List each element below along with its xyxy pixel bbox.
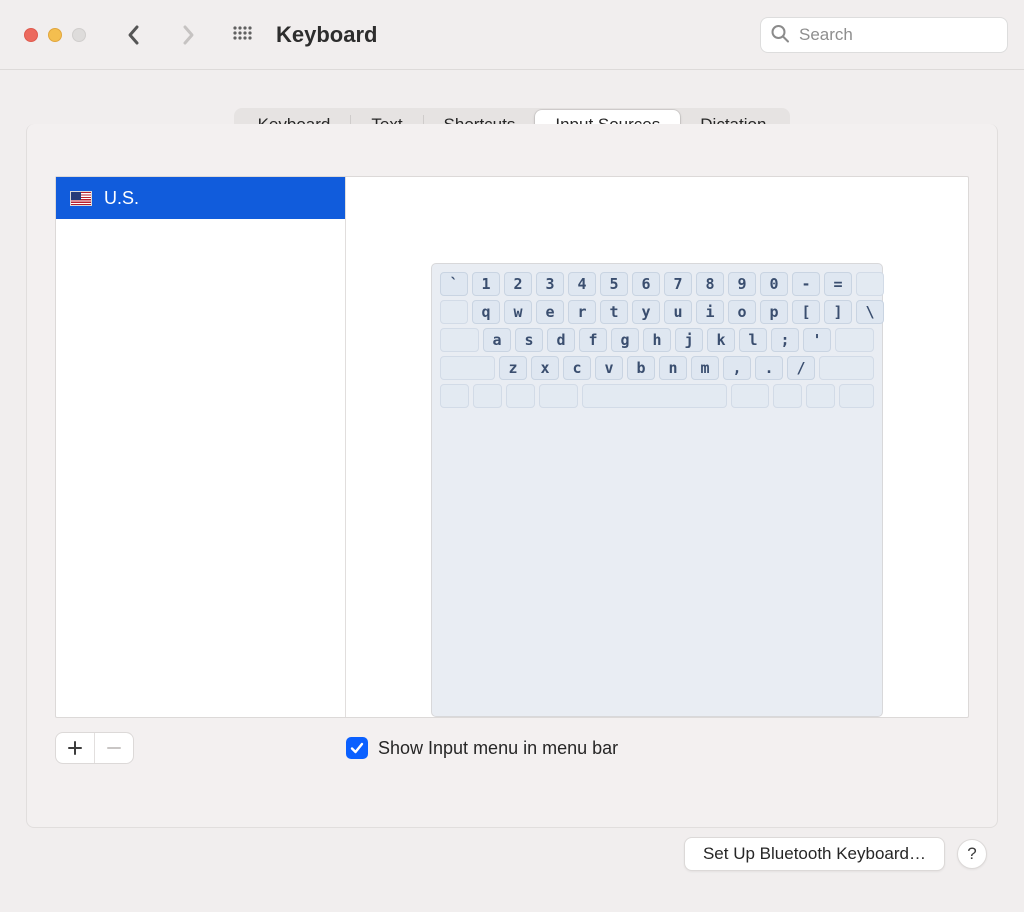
key: t [600, 300, 628, 324]
key: 6 [632, 272, 660, 296]
traffic-lights [24, 28, 86, 42]
key: q [472, 300, 500, 324]
key [819, 356, 874, 380]
key [539, 384, 578, 408]
key: o [728, 300, 756, 324]
key: y [632, 300, 660, 324]
keyboard-preview: `1234567890-= qwertyuiop[]\ asdfghjkl;' … [431, 263, 883, 717]
input-sources-list[interactable]: U.S. [56, 177, 346, 717]
key: ] [824, 300, 852, 324]
key: ; [771, 328, 799, 352]
key: 5 [600, 272, 628, 296]
show-input-menu-checkbox[interactable] [346, 737, 368, 759]
key: c [563, 356, 591, 380]
back-button[interactable] [122, 23, 146, 47]
key: 4 [568, 272, 596, 296]
key [773, 384, 802, 408]
key: n [659, 356, 687, 380]
search-icon [770, 23, 790, 46]
zoom-window-button [72, 28, 86, 42]
setup-bluetooth-keyboard-button[interactable]: Set Up Bluetooth Keyboard… [684, 837, 945, 871]
close-window-button[interactable] [24, 28, 38, 42]
key: - [792, 272, 820, 296]
key [731, 384, 770, 408]
input-source-label: U.S. [104, 188, 139, 209]
key: r [568, 300, 596, 324]
key: b [627, 356, 655, 380]
key: z [499, 356, 527, 380]
key: a [483, 328, 511, 352]
nav-buttons [122, 23, 200, 47]
key: u [664, 300, 692, 324]
key: 3 [536, 272, 564, 296]
key: 2 [504, 272, 532, 296]
key: v [595, 356, 623, 380]
key: l [739, 328, 767, 352]
main-panel: U.S. `1234567890-= qwertyuiop[]\ asdfghj… [26, 124, 998, 828]
key: . [755, 356, 783, 380]
key: / [787, 356, 815, 380]
key: k [707, 328, 735, 352]
window-toolbar: Keyboard [0, 0, 1024, 70]
key: h [643, 328, 671, 352]
key: , [723, 356, 751, 380]
key: f [579, 328, 607, 352]
key [806, 384, 835, 408]
key: j [675, 328, 703, 352]
key [582, 384, 727, 408]
key: e [536, 300, 564, 324]
key: ` [440, 272, 468, 296]
key [440, 328, 479, 352]
search-wrap [760, 17, 1008, 53]
add-remove-control [55, 732, 134, 764]
key [440, 356, 495, 380]
footer: Set Up Bluetooth Keyboard… ? [684, 837, 987, 871]
key: 8 [696, 272, 724, 296]
us-flag-icon [70, 191, 92, 206]
show-all-icon[interactable] [230, 23, 254, 47]
key [839, 384, 874, 408]
page-title: Keyboard [276, 22, 377, 48]
minimize-window-button[interactable] [48, 28, 62, 42]
key: x [531, 356, 559, 380]
key: ' [803, 328, 831, 352]
add-source-button[interactable] [56, 733, 94, 763]
key [440, 384, 469, 408]
key [506, 384, 535, 408]
show-input-menu-label: Show Input menu in menu bar [378, 738, 618, 759]
help-button[interactable]: ? [957, 839, 987, 869]
content-area: U.S. `1234567890-= qwertyuiop[]\ asdfghj… [55, 176, 969, 718]
key: m [691, 356, 719, 380]
keyboard-preview-pane: `1234567890-= qwertyuiop[]\ asdfghjkl;' … [346, 177, 968, 717]
key: = [824, 272, 852, 296]
key: 1 [472, 272, 500, 296]
input-source-item-us[interactable]: U.S. [56, 177, 345, 219]
key: g [611, 328, 639, 352]
key: [ [792, 300, 820, 324]
key: 0 [760, 272, 788, 296]
key [856, 272, 884, 296]
key: 7 [664, 272, 692, 296]
below-row: Show Input menu in menu bar [55, 732, 969, 764]
search-input[interactable] [760, 17, 1008, 53]
key [835, 328, 874, 352]
key: 9 [728, 272, 756, 296]
key: s [515, 328, 543, 352]
remove-source-button [95, 733, 133, 763]
key: \ [856, 300, 884, 324]
key [473, 384, 502, 408]
key: d [547, 328, 575, 352]
key: p [760, 300, 788, 324]
key [440, 300, 468, 324]
key: i [696, 300, 724, 324]
forward-button [176, 23, 200, 47]
key: w [504, 300, 532, 324]
show-input-menu-row: Show Input menu in menu bar [346, 737, 618, 759]
